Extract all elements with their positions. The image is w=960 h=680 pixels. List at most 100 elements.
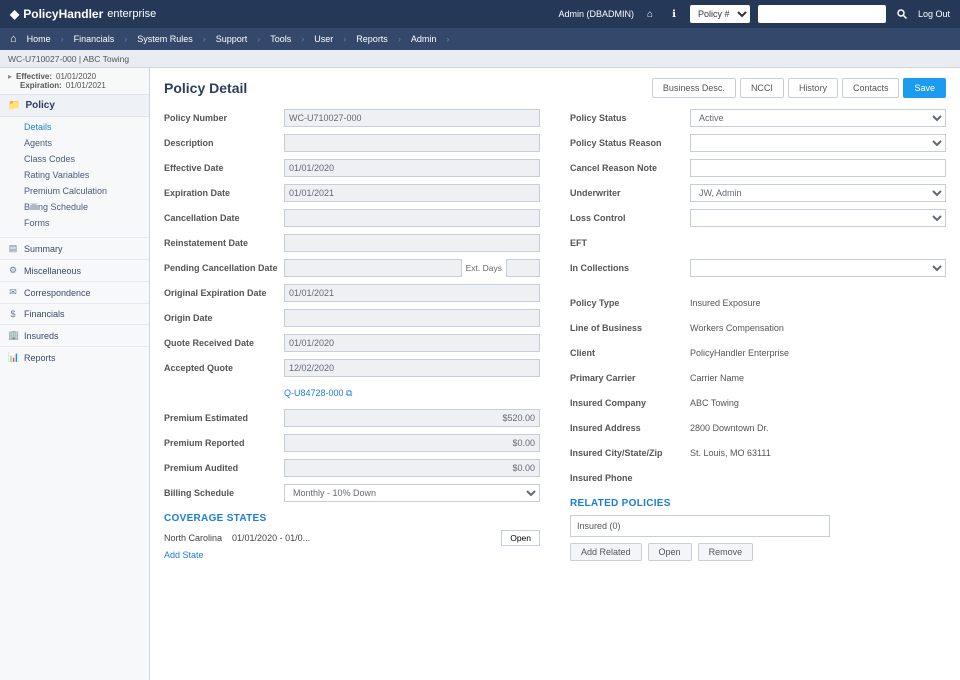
policy-scope-select[interactable]: Policy # — [690, 5, 750, 23]
primary-carrier-label: Primary Carrier — [570, 373, 690, 383]
origin-date-input[interactable] — [284, 309, 540, 327]
premium-audited-label: Premium Audited — [164, 463, 284, 473]
loss-control-label: Loss Control — [570, 213, 690, 223]
breadcrumb: WC-U710027-000 | ABC Towing — [0, 50, 960, 68]
add-state-link[interactable]: Add State — [164, 550, 204, 560]
insured-address-label: Insured Address — [570, 423, 690, 433]
open-related-button[interactable]: Open — [648, 543, 692, 561]
policy-number-input[interactable] — [284, 109, 540, 127]
description-label: Description — [164, 138, 284, 148]
insured-csz-value: St. Louis, MO 63111 — [690, 448, 771, 458]
client-label: Client — [570, 348, 690, 358]
coverage-open-button[interactable]: Open — [501, 530, 540, 546]
nav-user[interactable]: User — [314, 34, 333, 44]
effective-value: 01/01/2020 — [56, 72, 96, 81]
related-entry: Insured (0) — [577, 521, 621, 531]
chevron-right-icon[interactable]: ▸ — [8, 72, 12, 81]
info-icon[interactable]: ℹ — [666, 6, 682, 22]
sidebar-group-reports[interactable]: 📊 Reports — [0, 346, 149, 368]
related-list[interactable]: Insured (0) — [570, 515, 830, 537]
pending-cancel-input[interactable] — [284, 259, 462, 277]
logout-link[interactable]: Log Out — [918, 9, 950, 19]
cancel-reason-input[interactable] — [690, 159, 946, 177]
insured-csz-label: Insured City/State/Zip — [570, 448, 690, 458]
search-icon[interactable] — [894, 6, 910, 22]
ncci-button[interactable]: NCCI — [740, 78, 784, 98]
sidebar-group-misc[interactable]: ⚙ Miscellaneous — [0, 259, 149, 281]
search-input[interactable] — [762, 6, 882, 22]
cancellation-date-label: Cancellation Date — [164, 213, 284, 223]
premium-reported-input[interactable] — [284, 434, 540, 452]
in-collections-label: In Collections — [570, 263, 690, 273]
premium-audited-input[interactable] — [284, 459, 540, 477]
cancellation-date-input[interactable] — [284, 209, 540, 227]
quote-received-input[interactable] — [284, 334, 540, 352]
in-collections-select[interactable] — [690, 259, 946, 277]
effective-date-input[interactable] — [284, 159, 540, 177]
billing-schedule-label: Billing Schedule — [164, 488, 284, 498]
quote-link[interactable]: Q-U84728-000 ⧉ — [284, 388, 352, 399]
nav-financials[interactable]: Financials — [74, 34, 115, 44]
nav-reports[interactable]: Reports — [356, 34, 388, 44]
nav-tools[interactable]: Tools — [270, 34, 291, 44]
insured-phone-label: Insured Phone — [570, 473, 690, 483]
accepted-quote-input[interactable] — [284, 359, 540, 377]
sidebar-item-forms[interactable]: Forms — [24, 215, 149, 231]
coverage-state: North Carolina — [164, 533, 222, 543]
status-reason-select[interactable] — [690, 134, 946, 152]
description-input[interactable] — [284, 134, 540, 152]
sidebar-item-class-codes[interactable]: Class Codes — [24, 151, 149, 167]
policy-status-select[interactable]: Active — [690, 109, 946, 127]
content: Policy Detail Business Desc. NCCI Histor… — [150, 68, 960, 680]
brand: ◆ PolicyHandler enterprise — [10, 7, 156, 21]
nav-home-icon[interactable]: ⌂ — [10, 33, 17, 45]
sidebar-policy-head[interactable]: 📁 Policy — [0, 95, 149, 117]
original-exp-label: Original Expiration Date — [164, 288, 284, 298]
primary-carrier-value: Carrier Name — [690, 373, 744, 383]
underwriter-select[interactable]: JW, Admin — [690, 184, 946, 202]
sidebar-item-agents[interactable]: Agents — [24, 135, 149, 151]
expiration-label: Expiration: — [20, 81, 62, 90]
search-wrap — [758, 5, 886, 23]
business-desc-button[interactable]: Business Desc. — [652, 78, 736, 98]
sidebar-group-insureds[interactable]: 🏢 Insureds — [0, 324, 149, 346]
sidebar-group-financials[interactable]: $ Financials — [0, 303, 149, 324]
sidebar-item-details[interactable]: Details — [24, 119, 149, 135]
expiration-value: 01/01/2021 — [66, 81, 106, 90]
sidebar-group-correspondence[interactable]: ✉ Correspondence — [0, 281, 149, 303]
breadcrumb-text: WC-U710027-000 | ABC Towing — [8, 54, 129, 64]
nav-support[interactable]: Support — [216, 34, 248, 44]
expiration-date-input[interactable] — [284, 184, 540, 202]
sidebar-item-billing-schedule[interactable]: Billing Schedule — [24, 199, 149, 215]
origin-date-label: Origin Date — [164, 313, 284, 323]
detail-header: Policy Detail Business Desc. NCCI Histor… — [164, 78, 946, 98]
add-related-button[interactable]: Add Related — [570, 543, 642, 561]
premium-estimated-input[interactable] — [284, 409, 540, 427]
coverage-dates: 01/01/2020 - 01/0... — [232, 533, 310, 543]
original-exp-input[interactable] — [284, 284, 540, 302]
list-icon: ▤ — [8, 243, 18, 254]
history-button[interactable]: History — [788, 78, 838, 98]
policy-type-value: Insured Exposure — [690, 298, 761, 308]
contacts-button[interactable]: Contacts — [842, 78, 900, 98]
reinstatement-date-input[interactable] — [284, 234, 540, 252]
sidebar-item-premium-calculation[interactable]: Premium Calculation — [24, 183, 149, 199]
remove-related-button[interactable]: Remove — [698, 543, 754, 561]
nav-admin[interactable]: Admin — [411, 34, 437, 44]
insured-company-label: Insured Company — [570, 398, 690, 408]
billing-schedule-select[interactable]: Monthly - 10% Down — [284, 484, 540, 502]
sidebar-item-rating-variables[interactable]: Rating Variables — [24, 167, 149, 183]
pending-cancel-label: Pending Cancellation Date — [164, 263, 284, 273]
sidebar-group-summary[interactable]: ▤ Summary — [0, 237, 149, 259]
save-button[interactable]: Save — [903, 78, 946, 98]
nav-home[interactable]: Home — [27, 34, 51, 44]
gear-icon: ⚙ — [8, 265, 18, 276]
page-title: Policy Detail — [164, 80, 648, 96]
home-icon[interactable]: ⌂ — [642, 6, 658, 22]
nav-system-rules[interactable]: System Rules — [137, 34, 193, 44]
mail-icon: ✉ — [8, 287, 18, 298]
loss-control-select[interactable] — [690, 209, 946, 227]
ext-days-label: Ext. Days — [466, 263, 502, 273]
accepted-quote-label: Accepted Quote — [164, 363, 284, 373]
ext-days-input[interactable] — [506, 259, 540, 277]
